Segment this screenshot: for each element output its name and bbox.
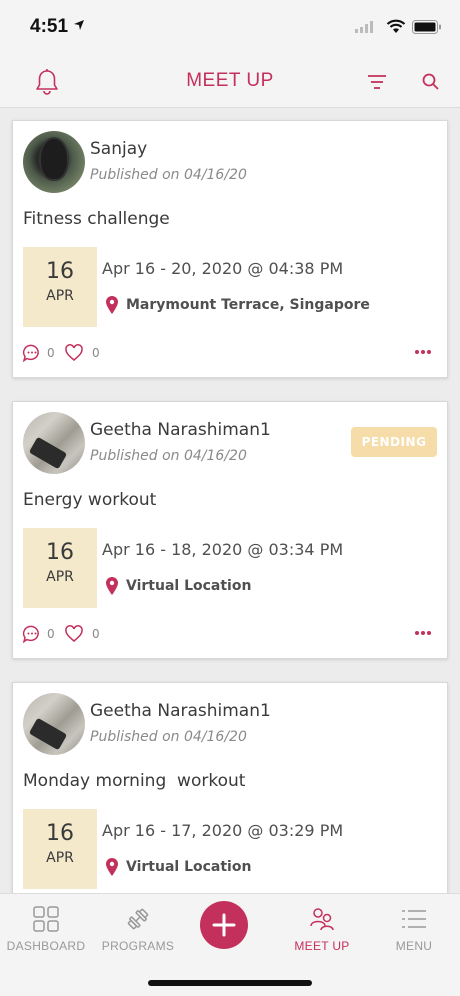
meetup-feed[interactable]: Sanjay Published on 04/16/20 Fitness cha…: [0, 108, 460, 893]
date-box: 16 APR: [23, 247, 97, 327]
date-month: APR: [46, 288, 74, 304]
search-icon[interactable]: [421, 72, 441, 92]
date-box: 16 APR: [23, 809, 97, 889]
avatar[interactable]: [23, 693, 85, 755]
comment-count: 0: [47, 346, 55, 360]
nav-menu[interactable]: MENU: [368, 894, 460, 964]
avatar[interactable]: [23, 412, 85, 474]
location-pin-icon: [106, 858, 118, 876]
author-name[interactable]: Geetha Narashiman1: [90, 420, 271, 440]
nav-dashboard-label: DASHBOARD: [6, 939, 86, 953]
event-title[interactable]: Energy workout: [23, 490, 156, 510]
nav-dashboard[interactable]: DASHBOARD: [0, 894, 92, 964]
app-header: MEET UP: [0, 56, 460, 108]
meetup-people-icon: [310, 908, 334, 931]
date-day: 16: [46, 259, 74, 284]
nav-programs[interactable]: PROGRAMS: [92, 894, 184, 964]
author-name[interactable]: Geetha Narashiman1: [90, 701, 271, 721]
published-date: Published on 04/16/20: [90, 167, 247, 183]
like-count: 0: [92, 627, 100, 641]
dumbbell-icon: [127, 908, 149, 930]
comment-count: 0: [47, 627, 55, 641]
date-box: 16 APR: [23, 528, 97, 608]
nav-meetup-label: MEET UP: [294, 939, 350, 953]
location-pin-icon: [106, 296, 118, 314]
meetup-card[interactable]: Geetha Narashiman1 Published on 04/16/20…: [12, 682, 448, 893]
event-location: Marymount Terrace, Singapore: [126, 297, 370, 313]
date-month: APR: [46, 850, 74, 866]
home-indicator[interactable]: [148, 980, 312, 986]
meetup-card[interactable]: Sanjay Published on 04/16/20 Fitness cha…: [12, 120, 448, 378]
event-title[interactable]: Fitness challenge: [23, 209, 170, 229]
filter-icon[interactable]: [366, 72, 388, 92]
comment-icon[interactable]: [22, 343, 42, 363]
menu-list-icon: [402, 910, 426, 928]
nav-meetup[interactable]: MEET UP: [276, 894, 368, 964]
event-date-range: Apr 16 - 18, 2020 @ 03:34 PM: [102, 540, 344, 559]
avatar[interactable]: [23, 131, 85, 193]
location-arrow-icon: [74, 20, 84, 30]
dashboard-grid-icon: [33, 906, 59, 932]
comment-icon[interactable]: [22, 624, 42, 644]
status-time: 4:51: [30, 16, 69, 37]
author-name[interactable]: Sanjay: [90, 139, 147, 159]
published-date: Published on 04/16/20: [90, 729, 247, 745]
heart-icon[interactable]: [64, 624, 84, 644]
nav-programs-label: PROGRAMS: [101, 939, 175, 953]
battery-icon: [412, 20, 441, 34]
status-bar: 4:51: [0, 0, 460, 56]
event-title[interactable]: Monday morning workout: [23, 771, 245, 791]
cellular-signal-icon: [355, 21, 373, 33]
event-date-range: Apr 16 - 17, 2020 @ 03:29 PM: [102, 821, 344, 840]
like-count: 0: [92, 346, 100, 360]
plus-icon: [212, 913, 236, 937]
date-day: 16: [46, 540, 74, 565]
event-location: Virtual Location: [126, 859, 252, 875]
event-location: Virtual Location: [126, 578, 252, 594]
location-pin-icon: [106, 577, 118, 595]
more-options-icon[interactable]: [413, 628, 433, 638]
date-month: APR: [46, 569, 74, 585]
heart-icon[interactable]: [64, 343, 84, 363]
add-meetup-button[interactable]: [200, 901, 248, 949]
more-options-icon[interactable]: [413, 347, 433, 357]
date-day: 16: [46, 821, 74, 846]
meetup-card[interactable]: Geetha Narashiman1 Published on 04/16/20…: [12, 401, 448, 659]
nav-menu-label: MENU: [395, 939, 433, 953]
status-badge: PENDING: [351, 427, 437, 457]
page-title: MEET UP: [186, 70, 274, 91]
wifi-icon: [386, 19, 406, 33]
published-date: Published on 04/16/20: [90, 448, 247, 464]
event-date-range: Apr 16 - 20, 2020 @ 04:38 PM: [102, 259, 344, 278]
